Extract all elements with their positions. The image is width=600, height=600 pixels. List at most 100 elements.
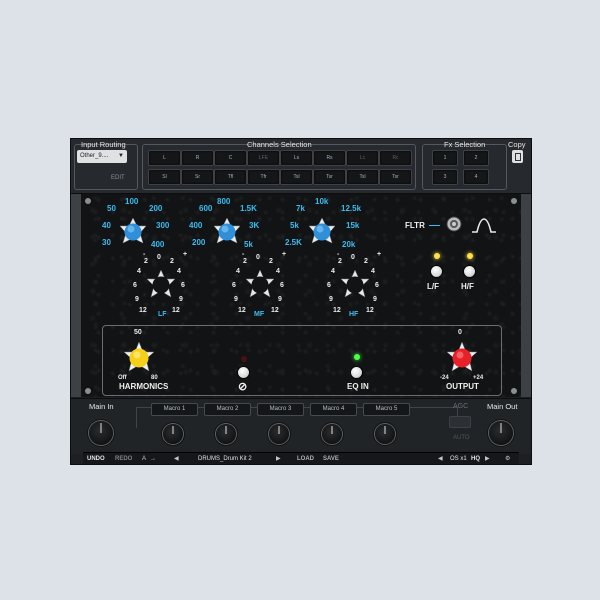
channels-selection-label: Channels Selection	[247, 140, 312, 149]
channel-button[interactable]: Rs	[313, 150, 346, 166]
channel-button[interactable]: Tsr	[379, 169, 412, 185]
channel-button[interactable]: C	[214, 150, 247, 166]
oversampling-value[interactable]: OS x1	[450, 453, 467, 464]
channel-button[interactable]: Sr	[181, 169, 214, 185]
macro-knob-5[interactable]	[375, 424, 395, 444]
hf-label: HF	[349, 311, 359, 318]
channel-button[interactable]: Sl	[148, 169, 181, 185]
agc-toggle[interactable]	[449, 416, 471, 428]
macro-button-4[interactable]: Macro 4	[310, 403, 357, 416]
edit-button[interactable]: EDIT	[111, 175, 125, 181]
phase-button[interactable]	[238, 367, 249, 378]
mf-freq-tick: 600	[199, 204, 213, 213]
macro-button-2[interactable]: Macro 2	[204, 403, 251, 416]
redo-button[interactable]: REDO	[115, 453, 132, 464]
channel-button[interactable]: Tsl	[346, 169, 379, 185]
macro-button-5[interactable]: Macro 5	[363, 403, 410, 416]
preset-name[interactable]: DRUMS_Drum Kit 2	[198, 453, 252, 464]
channel-button[interactable]: Rc	[379, 150, 412, 166]
lf-frequency-knob[interactable]	[118, 217, 148, 247]
hf-gain-tick: 12	[366, 307, 374, 314]
lf-freq-tick: 300	[156, 221, 170, 230]
os-up-icon[interactable]: ▶	[485, 453, 490, 464]
main-in-label: Main In	[89, 402, 114, 411]
routing-bar: Input Routing Other_9.... ▼ EDIT Channel…	[71, 139, 531, 194]
fx-button[interactable]: 4	[463, 169, 489, 185]
lf-gain-tick: 2	[144, 258, 148, 265]
macro-knob-2[interactable]	[216, 424, 236, 444]
undo-button[interactable]: UNDO	[87, 453, 105, 464]
macro-knob-3[interactable]	[269, 424, 289, 444]
mf-gain-tick: 12	[271, 307, 279, 314]
channel-button[interactable]: LFE	[247, 150, 280, 166]
lf-shelf-button[interactable]	[431, 266, 442, 277]
fx-button[interactable]: 2	[463, 150, 489, 166]
hf-shelf-button[interactable]	[464, 266, 475, 277]
save-button[interactable]: SAVE	[323, 453, 339, 464]
channel-button[interactable]: Tfl	[214, 169, 247, 185]
status-bar: UNDO REDO A → ◀ DRUMS_Drum Kit 2 ▶ LOAD …	[83, 452, 519, 464]
channel-button[interactable]: Tsl	[280, 169, 313, 185]
lf-gain-tick: 12	[172, 307, 180, 314]
mf-frequency-knob[interactable]	[212, 217, 242, 247]
hq-button[interactable]: HQ	[471, 453, 480, 464]
ab-compare-button[interactable]: A	[142, 453, 146, 464]
input-routing-dropdown[interactable]: Other_9.... ▼	[77, 150, 127, 163]
macro-button-3[interactable]: Macro 3	[257, 403, 304, 416]
macro-knob-1[interactable]	[163, 424, 183, 444]
harmonics-knob[interactable]	[122, 341, 156, 375]
channel-button[interactable]: Tfr	[247, 169, 280, 185]
channel-button[interactable]: R	[181, 150, 214, 166]
input-routing-label: Input Routing	[81, 140, 126, 149]
input-routing-value: Other_9....	[80, 153, 109, 159]
main-in-knob[interactable]	[89, 421, 113, 445]
fltr-switch[interactable]	[446, 216, 462, 232]
channel-button[interactable]: L	[148, 150, 181, 166]
next-preset-icon[interactable]: ▶	[276, 453, 281, 464]
fx-button[interactable]: 3	[432, 169, 458, 185]
eq-in-label: EQ IN	[347, 382, 369, 391]
hf-freq-tick: 12.5k	[341, 204, 362, 213]
copy-button[interactable]	[512, 150, 523, 163]
harmonics-label: HARMONICS	[119, 382, 169, 391]
lf-gain-knob[interactable]	[145, 269, 177, 301]
channel-button[interactable]: Lc	[346, 150, 379, 166]
macro-knob-4[interactable]	[322, 424, 342, 444]
hf-frequency-knob[interactable]	[307, 217, 337, 247]
load-button[interactable]: LOAD	[297, 453, 314, 464]
channel-button[interactable]: Tsr	[313, 169, 346, 185]
lf-gain-tick: 6	[181, 282, 185, 289]
main-out-label: Main Out	[487, 402, 518, 411]
mf-label: MF	[254, 311, 265, 318]
hf-gain-tick: 9	[329, 296, 333, 303]
settings-gear-icon[interactable]: ⚙	[505, 453, 510, 464]
hf-freq-tick: 2.5K	[285, 238, 302, 247]
hf-gain-tick: 6	[375, 282, 379, 289]
agc-auto-label[interactable]: AUTO	[453, 435, 470, 441]
hf-freq-tick: 7k	[296, 204, 305, 213]
mf-gain-tick: 4	[276, 268, 280, 275]
lf-gain-tick: 9	[179, 296, 183, 303]
output-top-tick: 0	[458, 329, 462, 336]
hf-gain-plus: +	[377, 251, 382, 258]
macro-button-1[interactable]: Macro 1	[151, 403, 198, 416]
lf-shelf-symbol: L/F	[427, 282, 439, 291]
output-knob[interactable]	[445, 341, 479, 375]
main-out-knob[interactable]	[489, 421, 513, 445]
lf-freq-tick: 200	[149, 204, 163, 213]
fx-button[interactable]: 1	[432, 150, 458, 166]
lf-freq-tick: 400	[151, 240, 165, 249]
os-down-icon[interactable]: ◀	[438, 453, 443, 464]
mf-gain-tick: 2	[269, 258, 273, 265]
harmonics-max-tick: 80	[151, 375, 158, 381]
channel-button[interactable]: Ls	[280, 150, 313, 166]
ab-arrow-icon[interactable]: →	[150, 453, 156, 464]
mf-gain-knob[interactable]	[244, 269, 276, 301]
mf-freq-tick: 5k	[244, 240, 253, 249]
prev-preset-icon[interactable]: ◀	[174, 453, 179, 464]
lf-freq-tick: 30	[102, 238, 111, 247]
eq-in-button[interactable]	[351, 367, 362, 378]
lf-gain-tick: 2	[170, 258, 174, 265]
hf-shelf-symbol: H/F	[461, 282, 474, 291]
hf-gain-knob[interactable]	[339, 269, 371, 301]
